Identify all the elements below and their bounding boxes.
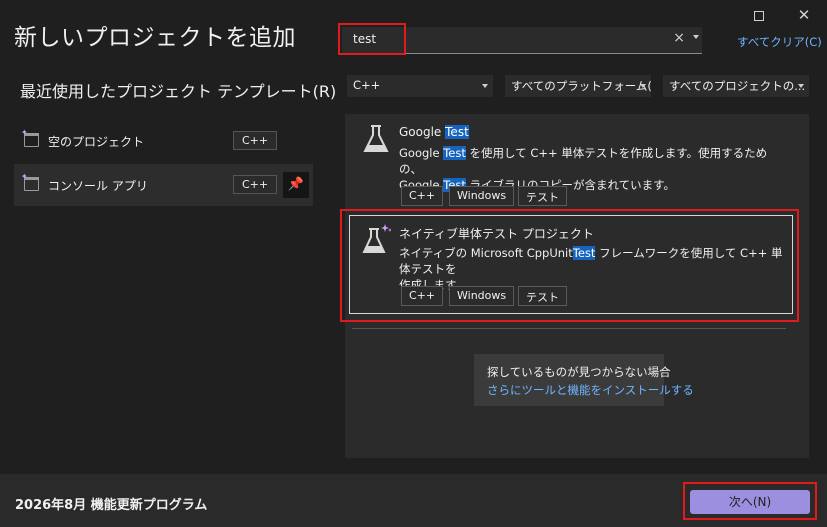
clear-search-icon[interactable]: × xyxy=(673,30,685,46)
chevron-down-icon xyxy=(798,84,804,88)
pin-icon[interactable]: 📌 xyxy=(283,172,309,198)
template-google-test[interactable]: Google Test Google Test を使用して C++ 単体テストを… xyxy=(345,114,809,212)
template-title: ネイティブ単体テスト プロジェクト xyxy=(399,227,594,241)
not-found-panel: 探しているものが見つからない場合 さらにツールと機能をインストールする xyxy=(474,354,694,406)
close-window-button[interactable]: ✕ xyxy=(791,4,817,26)
chevron-down-icon xyxy=(640,84,646,88)
language-tag: C++ xyxy=(233,175,278,194)
project-type-filter[interactable]: すべてのプロジェクトの... xyxy=(663,75,809,97)
recent-item-label: コンソール アプリ xyxy=(48,179,148,193)
recent-item-label: 空のプロジェクト xyxy=(48,135,145,149)
recent-item-console-app[interactable]: ✦ コンソール アプリ C++ 📌 xyxy=(14,164,313,206)
tag-chip: テスト xyxy=(518,186,567,206)
language-filter[interactable]: C++ xyxy=(347,75,493,97)
feature-update-label: 2026年8月 機能更新プログラム xyxy=(15,498,208,513)
empty-project-icon: ✦ xyxy=(21,128,39,147)
language-tag: C++ xyxy=(233,131,278,150)
not-found-text: 探しているものが見つからない場合 xyxy=(487,365,671,379)
maximize-icon xyxy=(754,10,764,21)
tag-chip: C++ xyxy=(401,186,444,206)
footer-bar: 2026年8月 機能更新プログラム 次へ(N) xyxy=(0,474,827,527)
clear-all-link[interactable]: すべてクリア(C) xyxy=(737,34,822,50)
tag-chip: C++ xyxy=(401,286,444,306)
platform-filter-value: すべてのプラットフォーム(P) xyxy=(511,79,651,93)
close-icon: ✕ xyxy=(797,6,811,24)
template-results-list: Google Test Google Test を使用して C++ 単体テストを… xyxy=(345,114,809,458)
next-button[interactable]: 次へ(N) xyxy=(690,490,810,514)
tag-chip: テスト xyxy=(518,286,567,306)
flask-sparkle-icon xyxy=(362,224,391,253)
search-box[interactable]: test × xyxy=(342,27,702,54)
language-filter-value: C++ xyxy=(353,78,381,92)
flask-icon xyxy=(363,125,389,152)
chevron-down-icon xyxy=(482,84,488,88)
recent-templates-heading: 最近使用したプロジェクト テンプレート(R) xyxy=(20,82,337,101)
template-native-unit-test[interactable]: ネイティブ単体テスト プロジェクト ネイティブの Microsoft CppUn… xyxy=(345,214,809,316)
project-type-filter-value: すべてのプロジェクトの... xyxy=(669,79,806,93)
maximize-button[interactable] xyxy=(746,4,772,26)
tag-chip: Windows xyxy=(449,186,515,206)
template-title: Google Test xyxy=(399,125,469,139)
dialog-title: 新しいプロジェクトを追加 xyxy=(14,25,296,51)
search-input[interactable]: test xyxy=(353,32,376,46)
console-app-icon: ✦ xyxy=(21,172,39,191)
recent-item-empty-project[interactable]: ✦ 空のプロジェクト C++ xyxy=(14,120,313,162)
search-history-dropdown-icon[interactable] xyxy=(693,35,699,39)
results-divider xyxy=(352,328,786,329)
tag-chip: Windows xyxy=(449,286,515,306)
install-tools-link[interactable]: さらにツールと機能をインストールする xyxy=(487,382,694,398)
platform-filter[interactable]: すべてのプラットフォーム(P) xyxy=(505,75,651,97)
